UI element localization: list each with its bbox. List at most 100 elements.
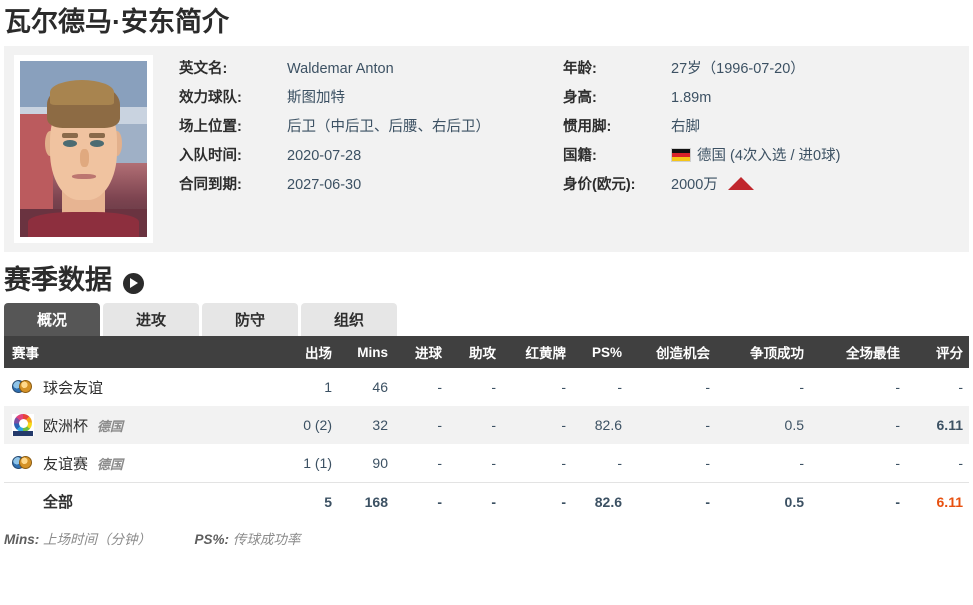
cell-rating: -	[958, 379, 963, 396]
cell-apps: 1	[324, 379, 332, 396]
cell-mins: 32	[338, 406, 394, 445]
competition-name: 欧洲杯	[43, 417, 89, 435]
header-chances-created: 创造机会	[628, 336, 716, 369]
info-label: 国籍:	[563, 148, 597, 164]
table-row[interactable]: 球会友谊 1 46 - - - - - - - -	[4, 368, 969, 406]
info-row-preferred-foot: 惯用脚: 右脚	[563, 117, 874, 138]
competition-country: 德国	[97, 456, 124, 472]
info-row-market-value: 身价(欧元): 2000万	[563, 175, 874, 196]
tab-overview[interactable]: 概况	[4, 303, 100, 337]
info-value: 右脚	[671, 119, 700, 135]
competition-country: 德国	[97, 418, 124, 434]
table-row[interactable]: 欧洲杯 德国 0 (2) 32 - - - 82.6 - 0.5 - 6.11	[4, 406, 969, 445]
season-stats-table: 赛事 出场 Mins 进球 助攻 红黄牌 PS% 创造机会 争顶成功 全场最佳 …	[4, 336, 969, 521]
info-row-position: 场上位置: 后卫（中后卫、后腰、右后卫）	[179, 117, 544, 138]
info-value: 2020-07-28	[287, 148, 362, 164]
info-label: 入队时间:	[179, 148, 242, 164]
cell-cards: -	[502, 406, 572, 445]
cell-apps: 0 (2)	[276, 406, 338, 445]
market-value-text: 2000万	[671, 177, 718, 193]
info-row-contract-expiry: 合同到期: 2027-06-30	[179, 175, 544, 196]
cell-aerial: 0.5	[716, 481, 810, 521]
info-label: 年龄:	[563, 61, 597, 77]
tab-defense[interactable]: 防守	[202, 303, 298, 337]
cell-rating: 6.11	[906, 481, 969, 521]
arrow-right-circle-icon[interactable]	[123, 272, 144, 294]
header-cards: 红黄牌	[502, 336, 572, 369]
value-up-triangle-icon	[727, 177, 754, 190]
header-competition: 赛事	[4, 336, 276, 369]
tab-attack[interactable]: 进攻	[103, 303, 199, 337]
header-assists: 助攻	[448, 336, 502, 369]
cell-chances: -	[705, 379, 710, 396]
info-value: 27岁（1996-07-20）	[671, 61, 805, 77]
cell-cards: -	[561, 455, 566, 472]
table-row[interactable]: 友谊赛 德国 1 (1) 90 - - - - - - - -	[4, 444, 969, 482]
cell-competition: 欧洲杯 德国	[4, 406, 276, 445]
info-row-age: 年龄: 27岁（1996-07-20）	[563, 59, 874, 80]
tab-organization[interactable]: 组织	[301, 303, 397, 337]
cell-rating: -	[958, 455, 963, 472]
header-pass-success: PS%	[572, 336, 628, 369]
info-row-joined-date: 入队时间: 2020-07-28	[179, 146, 544, 167]
header-man-of-match: 全场最佳	[810, 336, 906, 369]
cell-apps: 1 (1)	[303, 455, 332, 472]
competition-name: 球会友谊	[43, 379, 104, 397]
cell-aerial: -	[799, 455, 804, 472]
info-label: 身高:	[563, 90, 597, 106]
player-photo-frame	[14, 55, 153, 243]
legend-mins-key: Mins:	[4, 532, 40, 548]
cell-goals: -	[394, 481, 448, 521]
cell-pass-success: 82.6	[572, 406, 628, 445]
profile-info-right-column: 年龄: 27岁（1996-07-20） 身高: 1.89m 惯用脚: 右脚 国籍…	[544, 59, 874, 204]
info-label: 场上位置:	[179, 119, 242, 135]
germany-flag-icon	[671, 148, 691, 162]
profile-panel: 英文名: Waldemar Anton 效力球队: 斯图加特 场上位置: 后卫（…	[4, 46, 969, 252]
cell-aerial: -	[799, 379, 804, 396]
cell-aerial: 0.5	[716, 406, 810, 445]
cell-motm: -	[895, 455, 900, 472]
spacer-icon	[12, 491, 34, 513]
info-value: 2027-06-30	[287, 177, 362, 193]
info-value: 斯图加特	[287, 90, 345, 106]
info-value-nationality: 德国 (4次入选 / 进0球)	[671, 146, 874, 167]
info-row-english-name: 英文名: Waldemar Anton	[179, 59, 544, 80]
cell-motm: -	[810, 406, 906, 445]
cell-motm: -	[810, 481, 906, 521]
page-title: 瓦尔德马·安东简介	[4, 7, 229, 37]
cell-pass-success: -	[617, 455, 622, 472]
cell-pass-success: -	[617, 379, 622, 396]
info-label: 惯用脚:	[563, 119, 612, 135]
cell-assists: -	[491, 379, 496, 396]
cell-pass-success: 82.6	[572, 481, 628, 521]
info-row-nationality: 国籍: 德国 (4次入选 / 进0球)	[563, 146, 874, 167]
info-value: 1.89m	[671, 90, 712, 106]
table-legend: Mins: 上场时间（分钟） PS%: 传球成功率	[4, 528, 969, 548]
player-photo	[20, 61, 147, 237]
header-aerial-won: 争顶成功	[716, 336, 810, 369]
competition-name: 全部	[43, 494, 74, 512]
cell-apps: 5	[276, 481, 338, 521]
header-mins: Mins	[338, 336, 394, 369]
legend-mins-desc: 上场时间（分钟）	[43, 532, 152, 548]
cell-goals: -	[437, 455, 442, 472]
section-title: 赛季数据	[4, 265, 112, 295]
cell-assists: -	[448, 406, 502, 445]
profile-info-left-column: 英文名: Waldemar Anton 效力球队: 斯图加特 场上位置: 后卫（…	[179, 59, 544, 204]
cell-goals: -	[437, 379, 442, 396]
header-goals: 进球	[394, 336, 448, 369]
cell-assists: -	[491, 455, 496, 472]
profile-info: 英文名: Waldemar Anton 效力球队: 斯图加特 场上位置: 后卫（…	[153, 55, 969, 204]
info-row-club: 效力球队: 斯图加特	[179, 88, 544, 109]
cell-mins: 168	[338, 481, 394, 521]
season-data-header: 赛季数据	[4, 266, 969, 294]
header-rating: 评分	[906, 336, 969, 369]
cell-competition: 全部	[4, 481, 276, 521]
cell-chances: -	[705, 455, 710, 472]
info-label: 英文名:	[179, 61, 228, 77]
info-value: 后卫（中后卫、后腰、右后卫）	[287, 119, 490, 135]
legend-ps-desc: 传球成功率	[232, 532, 301, 548]
info-label: 身价(欧元):	[563, 177, 636, 193]
globes-icon	[12, 452, 34, 474]
info-row-height: 身高: 1.89m	[563, 88, 874, 109]
